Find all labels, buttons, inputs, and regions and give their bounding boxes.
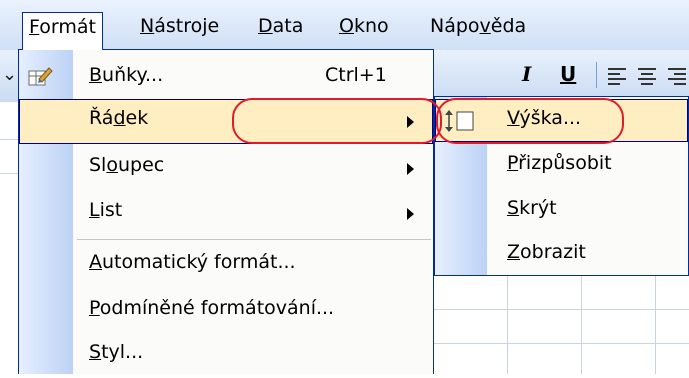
submenu-item-autofit[interactable]: Přizpůsobit — [435, 144, 688, 187]
menu-item-cells[interactable]: Buňky... Ctrl+1 — [19, 56, 433, 101]
align-left-icon[interactable] — [606, 66, 628, 86]
sheet-row-headers-fragment — [0, 102, 18, 374]
submenu-arrow-icon — [407, 163, 414, 175]
submenu-arrow-icon — [407, 208, 414, 220]
underline-button[interactable]: U — [560, 62, 576, 86]
menu-tools[interactable]: Nástroje — [134, 12, 225, 40]
menu-format-accel: F — [29, 16, 40, 38]
submenu-item-hide[interactable]: Skrýt — [435, 189, 688, 232]
submenu-item-unhide[interactable]: Zobrazit — [435, 233, 688, 276]
menu-item-style[interactable]: Styl... — [19, 333, 433, 378]
toolbar-overflow-icon[interactable]: ⌄ — [2, 64, 17, 85]
align-center-icon[interactable] — [636, 66, 658, 86]
menu-help[interactable]: Nápověda — [424, 12, 532, 40]
italic-button[interactable]: I — [522, 62, 531, 86]
menu-format[interactable]: Formát — [22, 12, 103, 50]
annotation-oval-row — [232, 98, 442, 144]
menu-data[interactable]: Data — [252, 12, 309, 40]
spreadsheet-grid[interactable] — [434, 276, 689, 374]
menu-format-rest: ormát — [39, 16, 96, 38]
toolbar-left-fragment: ⌄ — [0, 50, 18, 102]
toolbar-separator — [596, 62, 597, 88]
menu-separator — [77, 239, 431, 240]
annotation-oval-height — [436, 98, 624, 144]
menu-item-sheet[interactable]: List — [19, 191, 433, 236]
formatting-toolbar: I U — [434, 50, 689, 102]
menu-item-conditional-formatting[interactable]: Podmíněné formátování... — [19, 289, 433, 334]
format-cells-icon — [28, 67, 53, 86]
menu-window[interactable]: Okno — [333, 12, 395, 40]
menu-item-column[interactable]: Sloupec — [19, 146, 433, 191]
align-right-icon[interactable] — [666, 66, 688, 86]
menu-bar: Formát Nástroje Data Okno Nápověda — [0, 0, 689, 51]
menu-item-autoformat[interactable]: Automatický formát... — [19, 243, 433, 288]
shortcut-text: Ctrl+1 — [325, 64, 387, 86]
